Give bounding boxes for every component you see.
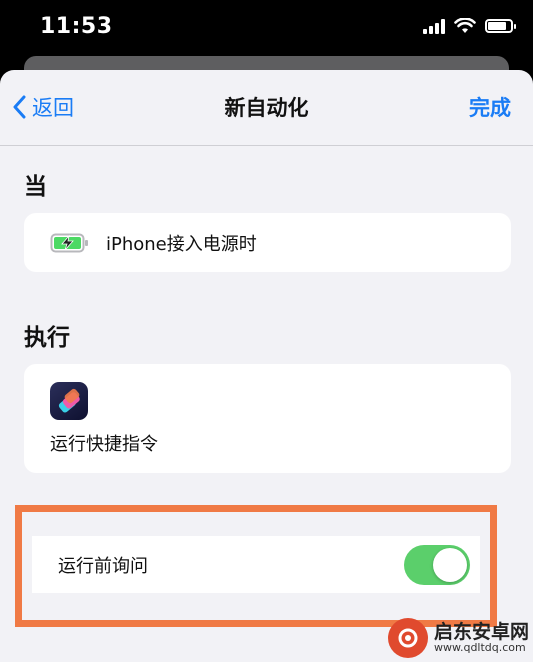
nav-bar: 返回 新自动化 完成 bbox=[0, 70, 533, 146]
do-section-header: 执行 bbox=[24, 325, 70, 351]
action-card[interactable]: 运行快捷指令 bbox=[24, 364, 511, 473]
status-bar: 11:53 bbox=[0, 0, 533, 58]
status-icons bbox=[423, 18, 516, 34]
automation-sheet: 返回 新自动化 完成 当 iPhone接入电源时 执行 运行快捷指令 运行前询问 bbox=[0, 70, 533, 662]
when-section-header: 当 bbox=[24, 174, 47, 200]
watermark-logo-icon bbox=[387, 618, 428, 658]
trigger-card[interactable]: iPhone接入电源时 bbox=[24, 213, 511, 272]
done-button[interactable]: 完成 bbox=[469, 92, 511, 122]
ask-before-running-toggle[interactable] bbox=[404, 544, 470, 585]
status-time: 11:53 bbox=[40, 14, 113, 39]
trigger-label: iPhone接入电源时 bbox=[106, 233, 257, 255]
signal-icon bbox=[423, 18, 445, 34]
shortcuts-app-icon bbox=[50, 382, 88, 420]
page-title: 新自动化 bbox=[224, 96, 309, 120]
highlight-annotation: 运行前询问 bbox=[15, 505, 497, 627]
ask-before-running-row: 运行前询问 bbox=[32, 536, 480, 593]
watermark: 启东安卓网 www.qdltdq.com bbox=[387, 618, 529, 658]
wifi-icon bbox=[454, 18, 476, 33]
ask-before-running-label: 运行前询问 bbox=[58, 555, 148, 577]
watermark-url: www.qdltdq.com bbox=[433, 641, 526, 655]
battery-icon bbox=[485, 19, 516, 33]
battery-charging-icon bbox=[50, 233, 88, 252]
action-label: 运行快捷指令 bbox=[50, 434, 158, 455]
watermark-title: 启东安卓网 bbox=[433, 620, 529, 643]
